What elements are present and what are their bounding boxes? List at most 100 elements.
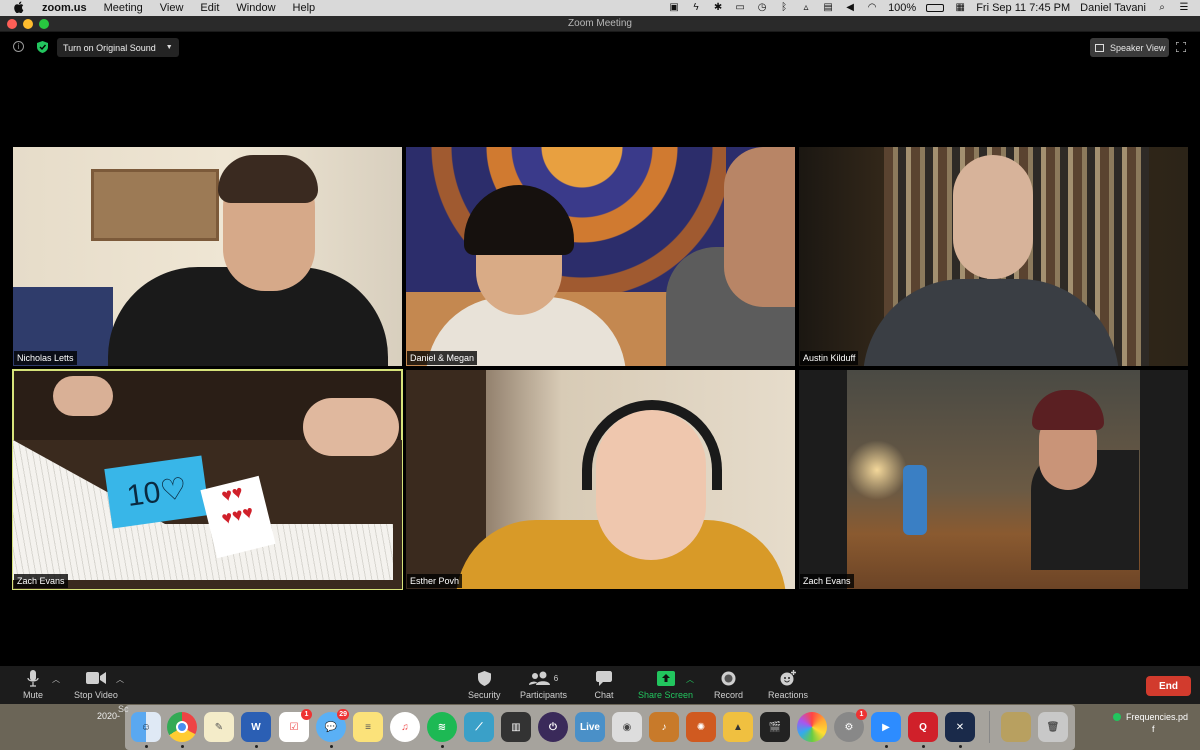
desktop-file-name-line2: f [1152,724,1155,734]
time-machine-icon[interactable]: ◷ [756,3,768,13]
quicken-label: Q [919,721,927,733]
audio-options-chevron-up-icon[interactable]: ︿ [52,674,60,685]
wifi-icon[interactable]: ◠ [866,3,878,13]
video-options-chevron-up-icon[interactable]: ︿ [116,674,124,685]
downloads-stack-icon[interactable] [1001,712,1031,742]
chevron-down-icon[interactable]: ▼ [166,44,173,51]
menu-meeting[interactable]: Meeting [104,2,143,14]
itunes-icon[interactable]: ♫ [390,712,420,742]
headphones [582,400,722,490]
apple-menu-icon[interactable] [14,1,28,16]
video-tile[interactable]: Austin Kilduff [799,147,1188,366]
desktop-file-name[interactable]: Frequencies.pd [1126,712,1188,722]
zoom-status-icon[interactable]: ▣ [668,3,680,13]
participant-face [953,155,1033,279]
menu-help[interactable]: Help [293,2,316,14]
chrome-icon[interactable] [167,712,197,742]
video-tile[interactable]: Nicholas Letts [13,147,402,366]
photos-icon[interactable] [797,712,827,742]
notes-icon[interactable]: ≡ [353,712,383,742]
airplay-icon[interactable]: ▵ [800,3,812,13]
video-tile[interactable]: Daniel & Megan [406,147,795,366]
running-indicator [922,745,925,748]
participant-hair [218,155,318,203]
water-bottle [903,465,927,535]
video-tile[interactable]: Zach Evans [799,370,1188,589]
menu-app-name[interactable]: zoom.us [42,2,87,14]
speaker-view-label: Speaker View [1110,42,1166,53]
security-button[interactable]: Security [468,669,501,700]
xquartz-icon[interactable]: ✕ [945,712,975,742]
volume-icon[interactable]: ◀︎ [844,3,856,13]
lamp-glow [847,440,907,500]
display-icon[interactable]: ▭ [734,3,746,13]
reminders-icon[interactable]: ☑ 1 [279,709,312,742]
reason-icon[interactable]: ✺ [686,712,716,742]
meeting-stage: i Turn on Original Sound ▼ Speaker View … [0,33,1200,666]
garageband-icon[interactable]: ♪ [649,712,679,742]
app-icon[interactable]: ⟋ [464,712,494,742]
running-indicator [959,745,962,748]
menu-window[interactable]: Window [236,2,275,14]
reminders-badge: 1 [301,709,312,720]
video-camera-icon [85,672,106,684]
running-indicator [255,745,258,748]
microphone-icon [27,669,39,687]
spotify-icon[interactable]: ≋ [427,712,457,742]
final-cut-icon[interactable]: 🎬 [760,712,790,742]
record-button[interactable]: Record [714,669,743,700]
zoom-icon[interactable]: ▶ [871,712,901,742]
desktop-file-date-partial[interactable]: 2020- [97,711,120,721]
share-screen-button[interactable]: Share Screen [638,669,693,700]
encryption-shield-icon[interactable] [37,41,48,53]
battery-icon[interactable] [926,4,945,12]
smiley-plus-icon [780,670,796,686]
trash-icon[interactable]: 🗑 [1038,712,1068,742]
video-tile[interactable]: Esther Povh [406,370,795,589]
notification-center-icon[interactable]: ☰ [1178,3,1190,13]
menubar-user[interactable]: Daniel Tavani [1080,2,1146,14]
screen-icon[interactable]: ▤ [822,3,834,13]
fullscreen-icon[interactable] [1176,42,1186,52]
share-options-chevron-up-icon[interactable]: ︿ [686,674,694,685]
meeting-info-icon[interactable]: i [13,41,24,52]
file-status-dot [1113,713,1121,721]
menu-bar: zoom.us Meeting View Edit Window Help ▣ … [0,0,1200,16]
menu-view[interactable]: View [160,2,184,14]
bolt-icon[interactable]: ϟ [690,3,702,13]
textedit-icon[interactable]: ✎ [204,712,234,742]
chat-button[interactable]: Chat [593,669,615,700]
input-source-icon[interactable]: ▦ [954,3,966,13]
menu-edit[interactable]: Edit [200,2,219,14]
system-preferences-icon[interactable]: ⚙ 1 [834,709,867,742]
share-screen-label: Share Screen [638,690,694,700]
running-indicator [181,745,184,748]
participants-button[interactable]: 6 Participants [520,669,567,700]
preview-icon[interactable]: ▲ [723,712,753,742]
participants-count: 6 [553,673,559,683]
window-titlebar: Zoom Meeting [0,16,1200,32]
speaker-view-button[interactable]: Speaker View [1090,38,1169,57]
pro-tools-icon[interactable]: ⏻ [538,712,568,742]
quicken-icon[interactable]: Q [908,712,938,742]
mute-button[interactable]: Mute [22,669,44,700]
security-label: Security [468,690,501,700]
original-sound-button[interactable]: Turn on Original Sound ▼ [57,38,179,57]
bluetooth-icon[interactable]: ᛒ [778,3,790,13]
ableton-live-icon[interactable]: Live [575,712,605,742]
word-icon[interactable]: W [241,712,271,742]
reactions-button[interactable]: Reactions [768,669,808,700]
participant-face [724,147,795,307]
video-tile-active-speaker[interactable]: 10♡ ♥♥ ♥♥♥ Zach Evans [12,369,403,590]
stop-video-button[interactable]: Stop Video [74,669,118,700]
spotlight-search-icon[interactable]: ⌕ [1156,3,1168,13]
disk-utility-icon[interactable]: ◉ [612,712,642,742]
chat-label: Chat [594,690,614,700]
gear-status-icon[interactable]: ✱ [712,3,724,13]
menubar-clock[interactable]: Fri Sep 11 7:45 PM [976,2,1070,14]
finder-icon[interactable]: ☺ [131,712,161,742]
end-meeting-button[interactable]: End [1146,676,1191,696]
messages-icon[interactable]: 💬 29 [316,709,349,742]
running-indicator [885,745,888,748]
piano-app-icon[interactable]: ▥ [501,712,531,742]
